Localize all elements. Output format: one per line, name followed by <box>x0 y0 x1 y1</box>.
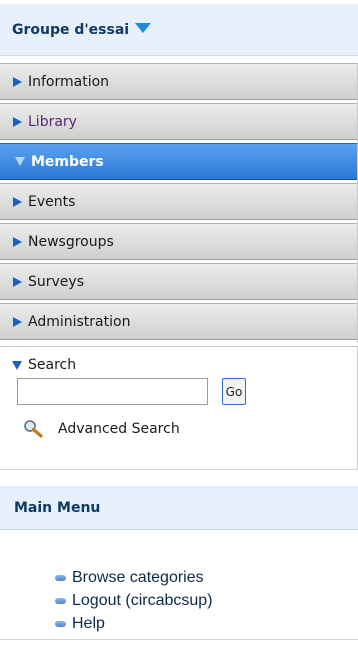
menu-item-browse-categories[interactable]: Browse categories <box>55 569 204 587</box>
expand-arrow-icon <box>13 316 22 327</box>
nav-item-label: Administration <box>28 313 131 330</box>
nav-item-label: Information <box>28 73 110 90</box>
collapse-arrow-icon <box>12 360 22 370</box>
group-title[interactable]: Groupe d'essai <box>12 22 129 38</box>
search-panel: Search Go Advanced Search <box>0 346 358 470</box>
expand-arrow-icon <box>13 116 22 127</box>
expand-arrow-icon <box>13 196 22 207</box>
nav-item-label: Library <box>28 113 77 130</box>
nav-item-label: Newsgroups <box>28 233 114 250</box>
menu-item-help[interactable]: Help <box>55 615 105 633</box>
nav-item-label: Surveys <box>28 273 84 290</box>
section-nav: Information Library Members Events Newsg… <box>0 63 358 343</box>
magnifier-icon <box>24 420 43 438</box>
nav-item-label: Members <box>31 153 104 170</box>
nav-item-surveys[interactable]: Surveys <box>0 263 357 300</box>
advanced-search-link[interactable]: Advanced Search <box>22 419 180 439</box>
nav-item-members[interactable]: Members <box>0 143 357 180</box>
nav-item-information[interactable]: Information <box>0 63 357 100</box>
nav-item-newsgroups[interactable]: Newsgroups <box>0 223 357 260</box>
expand-arrow-icon <box>13 236 22 247</box>
dropdown-arrow-icon[interactable] <box>135 22 152 33</box>
nav-item-administration[interactable]: Administration <box>0 303 357 340</box>
nav-item-events[interactable]: Events <box>0 183 357 220</box>
nav-item-library[interactable]: Library <box>0 103 357 140</box>
nav-item-label: Events <box>28 193 76 210</box>
search-heading-label: Search <box>28 357 77 373</box>
main-menu-header: Main Menu <box>0 486 358 530</box>
main-menu-title: Main Menu <box>14 499 101 516</box>
menu-item-label: Logout (circabcsup) <box>72 592 213 609</box>
expand-arrow-icon <box>13 276 22 287</box>
go-button[interactable]: Go <box>222 378 246 405</box>
main-menu-list: Browse categories Logout (circabcsup) He… <box>0 536 358 640</box>
bullet-icon <box>55 598 66 604</box>
search-heading[interactable]: Search <box>12 357 76 373</box>
menu-item-label: Help <box>72 615 105 632</box>
bullet-icon <box>55 575 66 581</box>
search-input[interactable] <box>17 378 208 405</box>
advanced-search-label: Advanced Search <box>58 421 180 437</box>
menu-item-label: Browse categories <box>72 569 204 586</box>
bullet-icon <box>55 621 66 627</box>
group-header[interactable]: Groupe d'essai <box>0 4 358 56</box>
menu-item-logout[interactable]: Logout (circabcsup) <box>55 592 213 610</box>
collapse-arrow-icon <box>15 157 25 166</box>
expand-arrow-icon <box>13 76 22 87</box>
